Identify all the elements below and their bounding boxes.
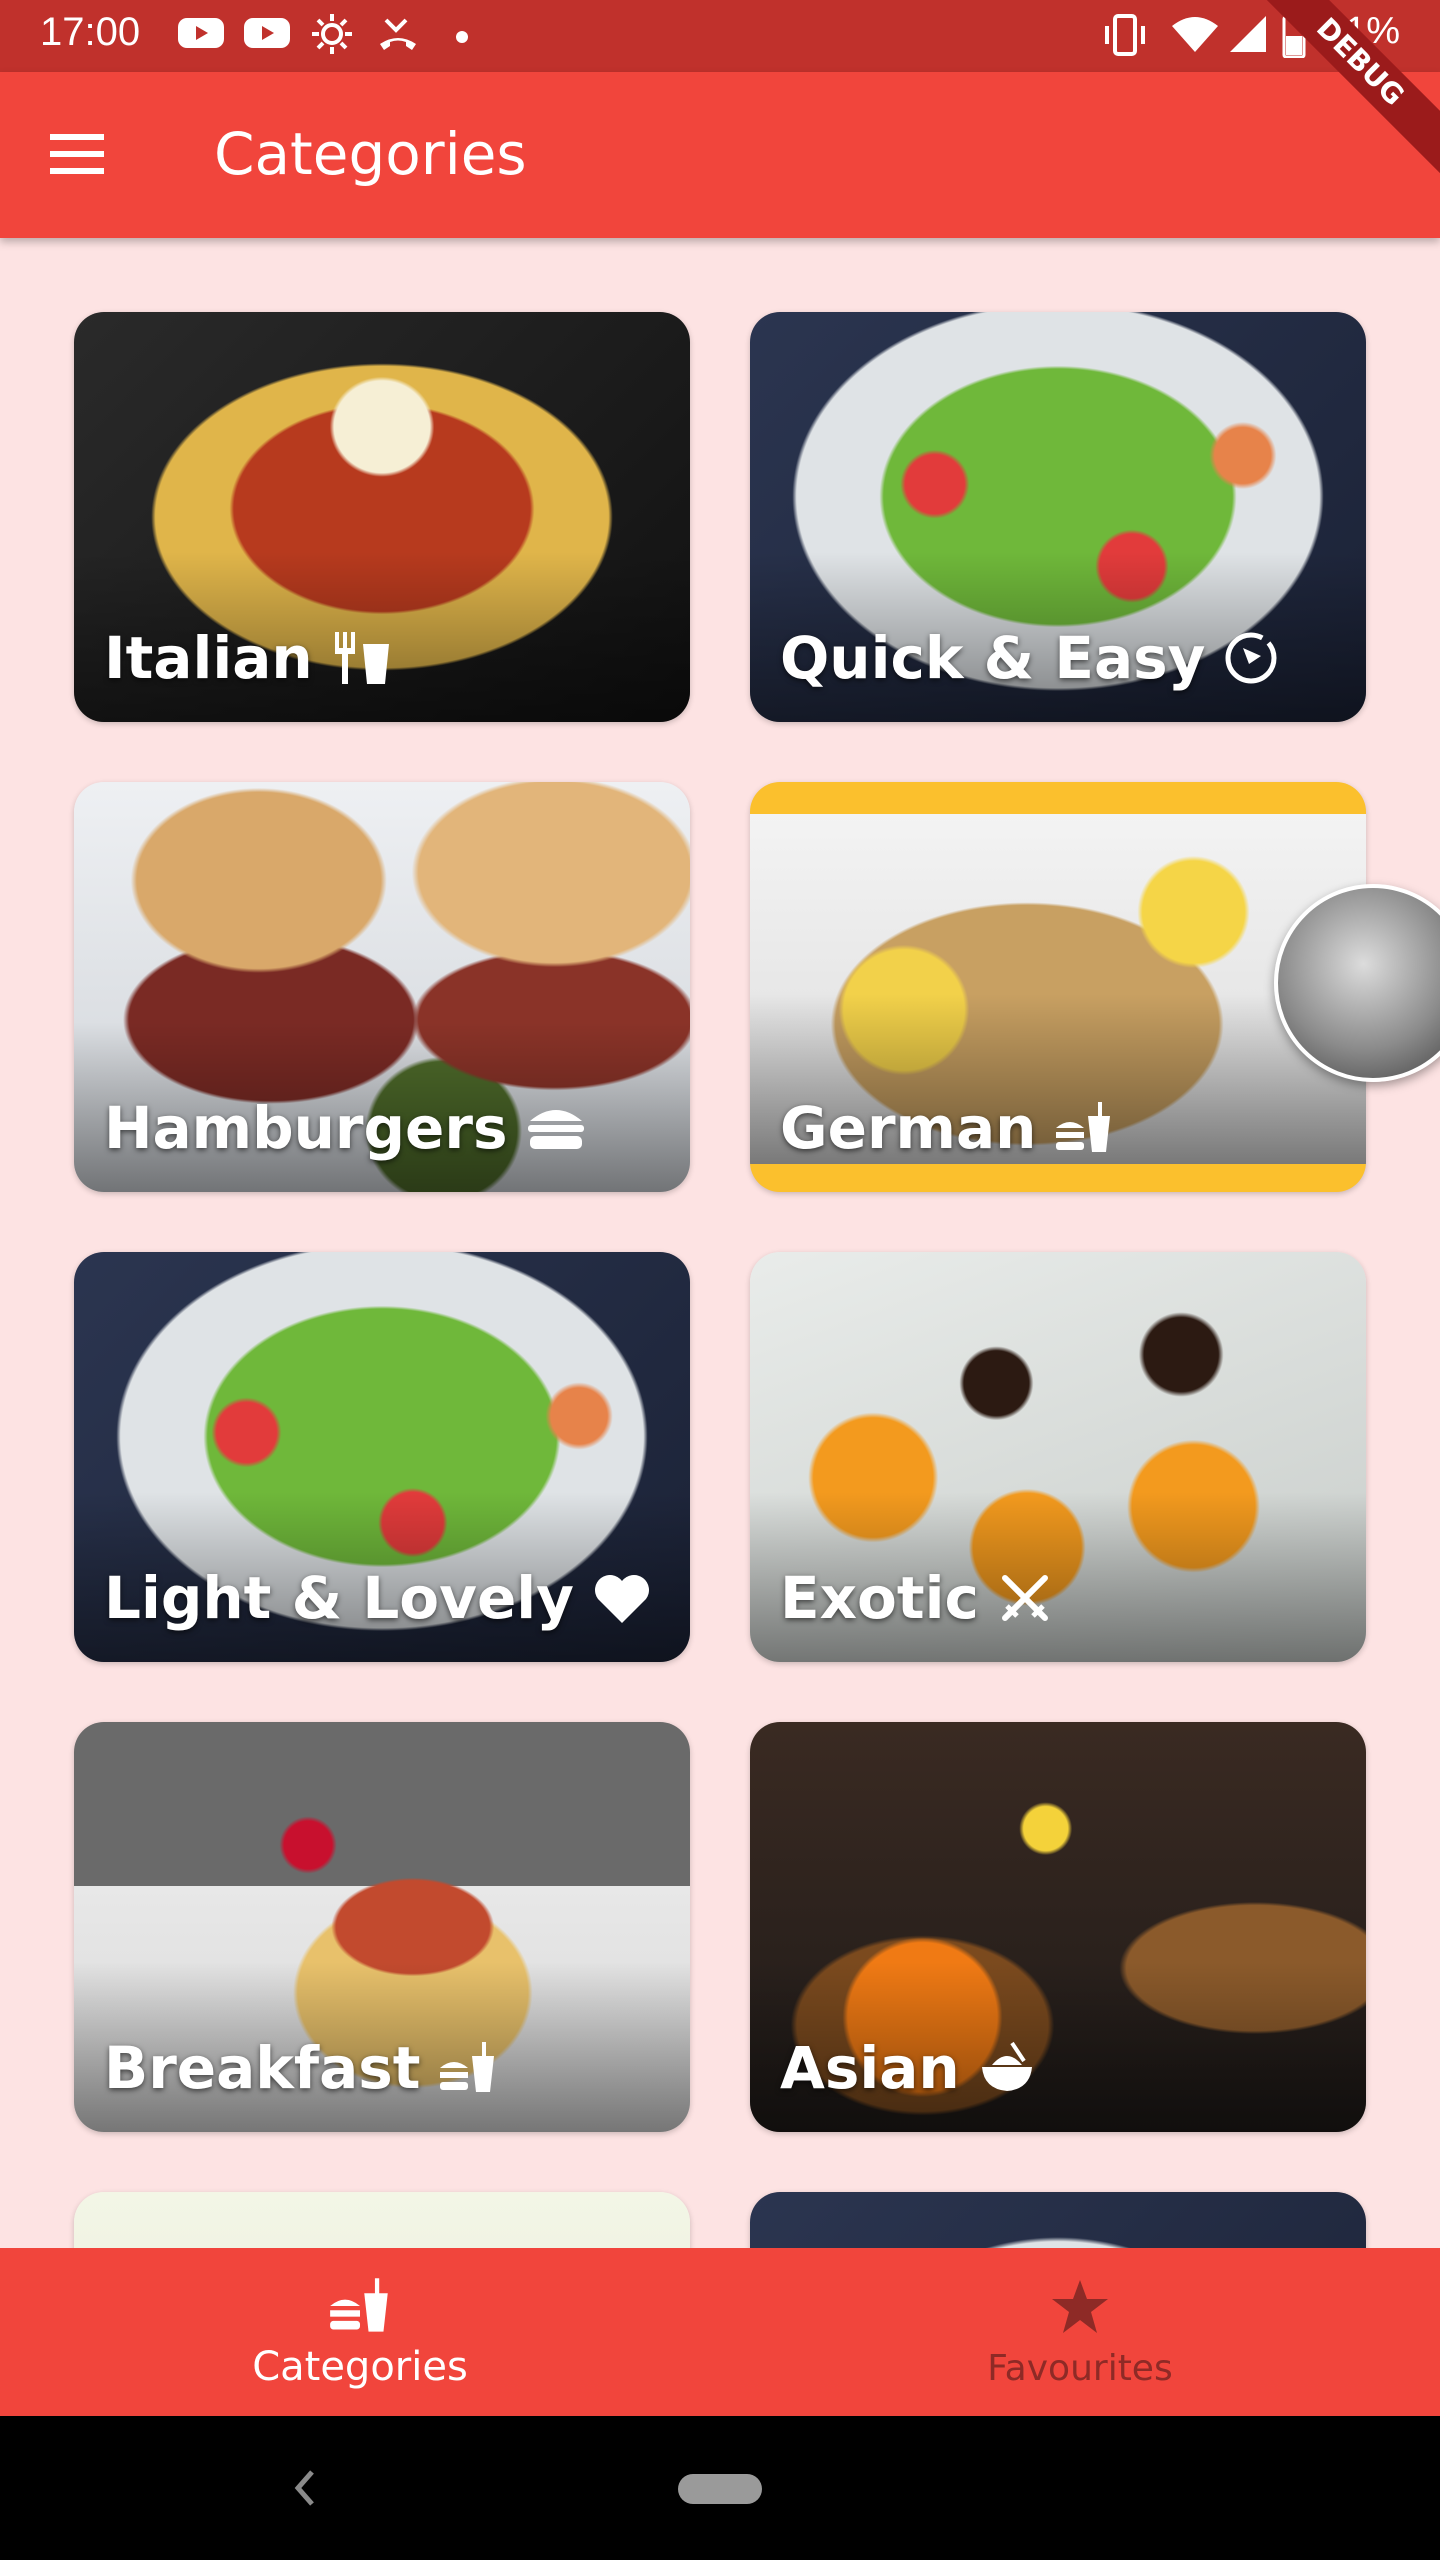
timer-icon bbox=[1223, 630, 1279, 686]
brightness-icon bbox=[310, 12, 354, 60]
category-label: Exotic bbox=[780, 1564, 1053, 1632]
category-card-quick-easy[interactable]: Quick & Easy bbox=[750, 312, 1366, 722]
vibrate-icon bbox=[1100, 12, 1150, 62]
category-card-light-lovely[interactable]: Light & Lovely bbox=[74, 1252, 690, 1662]
category-image bbox=[750, 2192, 1366, 2248]
signal-icon bbox=[1228, 14, 1268, 58]
category-title: Italian bbox=[104, 624, 313, 692]
home-pill-icon[interactable] bbox=[678, 2474, 762, 2504]
category-card-italian[interactable]: Italian bbox=[74, 312, 690, 722]
category-title: German bbox=[780, 1094, 1037, 1162]
page-title: Categories bbox=[214, 120, 527, 188]
category-label: Hamburgers bbox=[104, 1094, 586, 1162]
bottom-navigation: Categories Favourites bbox=[0, 2248, 1440, 2416]
status-bar: 17:00 51% bbox=[0, 0, 1440, 72]
category-card-exotic[interactable]: Exotic bbox=[750, 1252, 1366, 1662]
crossed-swords-icon bbox=[997, 1570, 1053, 1626]
fastfood-icon bbox=[438, 2042, 498, 2094]
hamburger-menu-icon[interactable] bbox=[44, 124, 110, 184]
category-label: German bbox=[780, 1094, 1114, 1162]
heart-icon bbox=[592, 1571, 652, 1625]
missed-call-icon bbox=[376, 14, 420, 58]
back-icon[interactable] bbox=[290, 2466, 320, 2514]
status-time: 17:00 bbox=[40, 10, 141, 54]
rice-bowl-icon bbox=[978, 2041, 1036, 2095]
category-card-hamburgers[interactable]: Hamburgers bbox=[74, 782, 690, 1192]
category-image bbox=[74, 2192, 690, 2248]
star-icon bbox=[1050, 2278, 1110, 2340]
category-title: Quick & Easy bbox=[780, 624, 1206, 692]
burger-icon bbox=[526, 1103, 586, 1153]
youtube-icon bbox=[244, 16, 290, 54]
nav-label: Favourites bbox=[987, 2348, 1173, 2389]
category-card-breakfast[interactable]: Breakfast bbox=[74, 1722, 690, 2132]
nav-item-categories[interactable]: Categories bbox=[0, 2248, 720, 2416]
category-label: Light & Lovely bbox=[104, 1564, 652, 1632]
nav-item-favourites[interactable]: Favourites bbox=[720, 2248, 1440, 2416]
fastfood-icon bbox=[1054, 1102, 1114, 1154]
youtube-icon bbox=[178, 16, 224, 54]
wifi-icon bbox=[1170, 14, 1220, 58]
category-label: Quick & Easy bbox=[780, 624, 1279, 692]
category-title: Breakfast bbox=[104, 2034, 421, 2102]
category-label: Italian bbox=[104, 624, 393, 692]
app-bar: Categories bbox=[0, 72, 1440, 238]
category-card-partial[interactable] bbox=[74, 2192, 690, 2248]
category-title: Exotic bbox=[780, 1564, 979, 1632]
nav-label: Categories bbox=[252, 2344, 468, 2390]
dot-icon bbox=[456, 28, 468, 47]
category-card-partial[interactable] bbox=[750, 2192, 1366, 2248]
category-label: Breakfast bbox=[104, 2034, 498, 2102]
category-card-asian[interactable]: Asian bbox=[750, 1722, 1366, 2132]
category-grid[interactable]: Italian Quick & Easy Hamburgers German L… bbox=[0, 238, 1440, 2248]
system-navigation-bar bbox=[0, 2416, 1440, 2560]
fastfood-icon bbox=[328, 2278, 392, 2338]
category-title: Light & Lovely bbox=[104, 1564, 574, 1632]
fork-cup-icon bbox=[331, 630, 393, 686]
category-title: Asian bbox=[780, 2034, 960, 2102]
category-label: Asian bbox=[780, 2034, 1036, 2102]
category-title: Hamburgers bbox=[104, 1094, 508, 1162]
